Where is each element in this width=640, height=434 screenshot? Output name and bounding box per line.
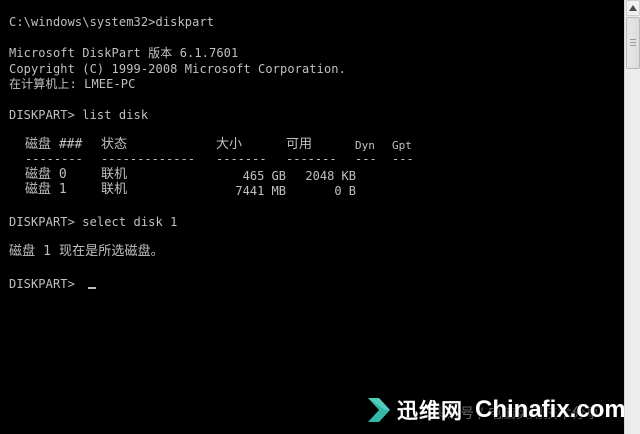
grip-line	[630, 45, 636, 46]
cell-disk: 磁盘 1	[25, 182, 67, 197]
grip-line	[630, 42, 636, 43]
cell-free: 2048 KB	[305, 169, 356, 183]
console-line-prompt[interactable]: DISKPART>	[9, 277, 82, 291]
col-header-status: 状态	[101, 137, 128, 152]
col-separator-size: -------	[216, 152, 267, 166]
console-line-list-disk: DISKPART> list disk	[9, 108, 149, 122]
console-line-path: C:\windows\system32>diskpart	[9, 15, 215, 29]
arrow-up-icon	[629, 5, 637, 11]
chevron-logo-icon	[368, 398, 390, 422]
console-line-version: Microsoft DiskPart 版本 6.1.7601	[9, 46, 239, 60]
console-line-copyright: Copyright (C) 1999-2008 Microsoft Corpor…	[9, 62, 346, 76]
console-window[interactable]: C:\windows\system32>diskpart Microsoft D…	[0, 0, 624, 434]
watermark-brand: 迅维网 Chinafix.com	[364, 388, 624, 432]
col-separator-dyn: ---	[355, 152, 377, 166]
watermark-brand-cn: 迅维网	[397, 399, 463, 423]
col-separator-disk: --------	[25, 152, 83, 166]
cell-disk: 磁盘 0	[25, 167, 67, 182]
grip-line	[630, 39, 636, 40]
console-line-select-disk: DISKPART> select disk 1	[9, 215, 178, 229]
col-separator-gpt: ---	[392, 152, 414, 166]
cell-status: 联机	[101, 167, 128, 182]
cell-status: 联机	[101, 182, 128, 197]
text-cursor	[88, 287, 96, 289]
col-header-free: 可用	[286, 137, 313, 152]
console-line-computer: 在计算机上: LMEE-PC	[9, 77, 136, 91]
cell-free: 0 B	[334, 184, 356, 198]
col-separator-status: -------------	[101, 152, 195, 166]
scroll-thumb[interactable]	[626, 17, 640, 69]
vertical-scrollbar[interactable]	[624, 0, 640, 434]
console-line-result: 磁盘 1 现在是所选磁盘。	[9, 244, 164, 259]
col-header-disk: 磁盘 ###	[25, 137, 83, 152]
watermark-brand-en: Chinafix.com	[475, 396, 624, 423]
scroll-up-button[interactable]	[626, 0, 640, 16]
col-separator-free: -------	[286, 152, 337, 166]
col-header-gpt: Gpt	[392, 139, 412, 152]
col-header-size: 大小	[216, 137, 243, 152]
col-header-dyn: Dyn	[355, 139, 375, 152]
